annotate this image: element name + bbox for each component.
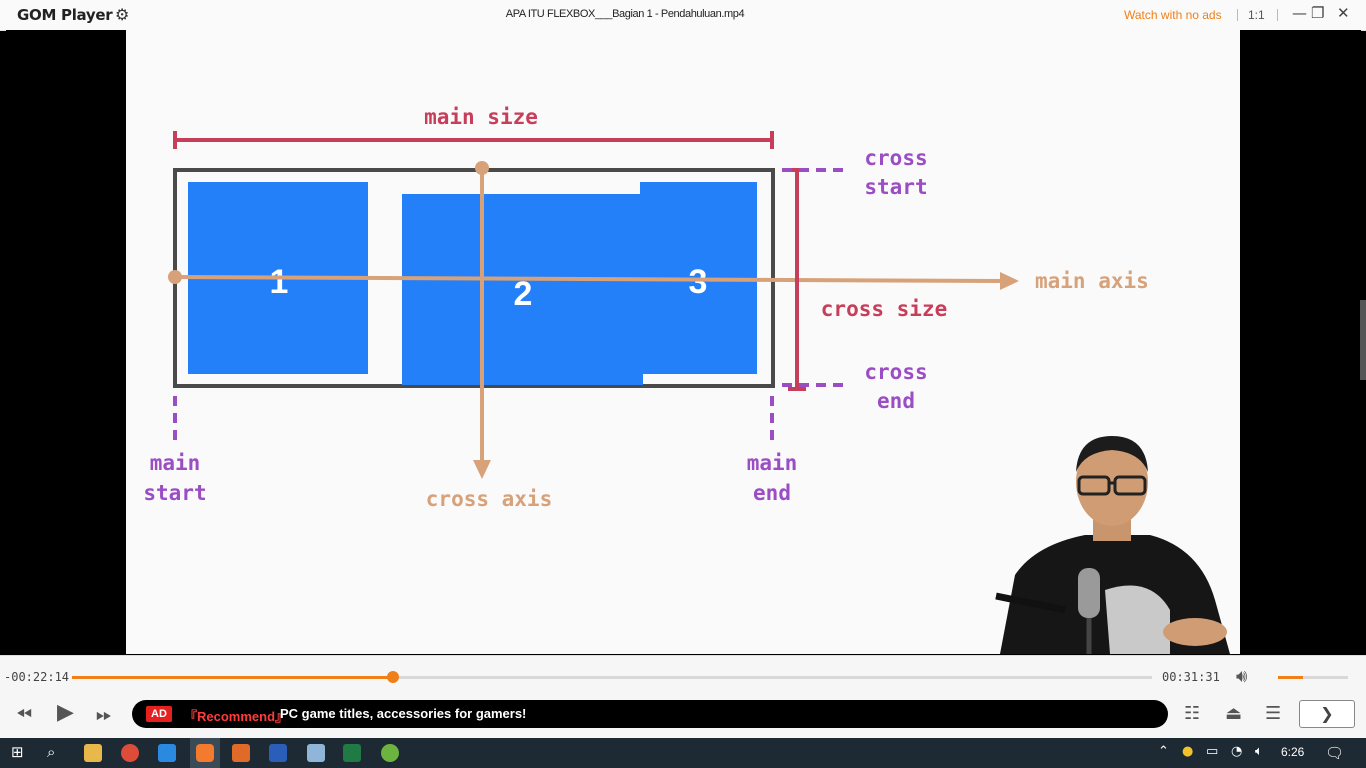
seek-bar-knob[interactable] <box>386 671 399 683</box>
cross-start-label-line1: cross <box>864 146 927 170</box>
side-panel-handle[interactable] <box>1360 300 1366 380</box>
cross-axis-label: cross axis <box>426 487 552 511</box>
vscode-icon[interactable] <box>158 744 176 762</box>
ad-text[interactable]: PC game titles, accessories for gamers! <box>280 706 526 721</box>
main-axis-origin <box>168 270 182 284</box>
chrome-icon[interactable] <box>121 744 139 762</box>
cross-end-label-line1: cross <box>864 360 927 384</box>
next-icon[interactable]: ⏩︎ <box>96 702 112 726</box>
ad-recommend-tag: 『Recommend』 <box>184 709 289 724</box>
current-time[interactable]: -00:22:14 <box>4 670 69 684</box>
cross-axis-origin <box>475 161 489 175</box>
seek-bar-progress <box>72 676 393 679</box>
item-1-label: 1 <box>270 263 289 301</box>
wifi-icon[interactable]: ◔ <box>1231 744 1242 759</box>
cross-axis-arrowhead <box>473 460 491 479</box>
volume-slider[interactable] <box>1278 676 1348 679</box>
main-end-label-line1: main <box>747 451 798 475</box>
cross-size-label: cross size <box>821 297 947 321</box>
speaker-icon[interactable]: 🔈︎ <box>1255 744 1263 759</box>
main-start-label-line2: start <box>143 481 206 505</box>
flexbox-diagram: main size 1 2 3 main axis cross axis cro… <box>143 105 1230 654</box>
cross-start-label-line2: start <box>864 175 927 199</box>
main-axis-label: main axis <box>1035 269 1149 293</box>
taskbar-clock[interactable]: 6:26 <box>1281 745 1304 759</box>
main-axis-arrowhead <box>1000 272 1019 290</box>
previous-icon[interactable]: ⏪︎ <box>16 702 32 726</box>
presenter-figure <box>995 436 1230 654</box>
chevron-up-icon[interactable]: ⌃ <box>1158 744 1169 759</box>
battery-icon[interactable]: ▭ <box>1206 744 1218 759</box>
main-size-label: main size <box>424 105 538 129</box>
windows-start-icon[interactable]: ⊞ <box>11 743 24 761</box>
eject-icon[interactable]: ⏏ <box>1225 703 1242 724</box>
vpn-icon[interactable]: ● <box>1182 744 1193 759</box>
gom-player-icon[interactable] <box>196 744 214 762</box>
notification-icon[interactable]: 🗨︎ <box>1325 744 1344 762</box>
playlist-icon[interactable]: ☰ <box>1265 703 1281 724</box>
expand-panel-button[interactable]: ❯ <box>1299 700 1355 728</box>
word-icon[interactable] <box>269 744 287 762</box>
file-explorer-icon[interactable] <box>84 744 102 762</box>
play-icon[interactable]: ▶ <box>57 700 74 725</box>
equalizer-icon[interactable]: ☷ <box>1184 703 1200 724</box>
volume-level <box>1278 676 1303 679</box>
main-start-label-line1: main <box>150 451 201 475</box>
android-icon[interactable] <box>381 744 399 762</box>
total-time: 00:31:31 <box>1162 670 1220 684</box>
search-icon[interactable]: ⌕ <box>47 743 55 761</box>
xampp-icon[interactable] <box>232 744 250 762</box>
excel-icon[interactable] <box>343 744 361 762</box>
ad-badge: AD <box>146 706 172 722</box>
seek-bar[interactable] <box>72 671 1152 683</box>
item-3-label: 3 <box>689 263 708 301</box>
cross-end-label-line2: end <box>877 389 915 413</box>
main-end-label-line2: end <box>753 481 791 505</box>
ad-banner[interactable]: AD 『Recommend』 PC game titles, accessori… <box>132 700 1168 728</box>
notepad-icon[interactable] <box>307 744 325 762</box>
volume-icon[interactable]: 🔊︎ <box>1236 666 1247 687</box>
